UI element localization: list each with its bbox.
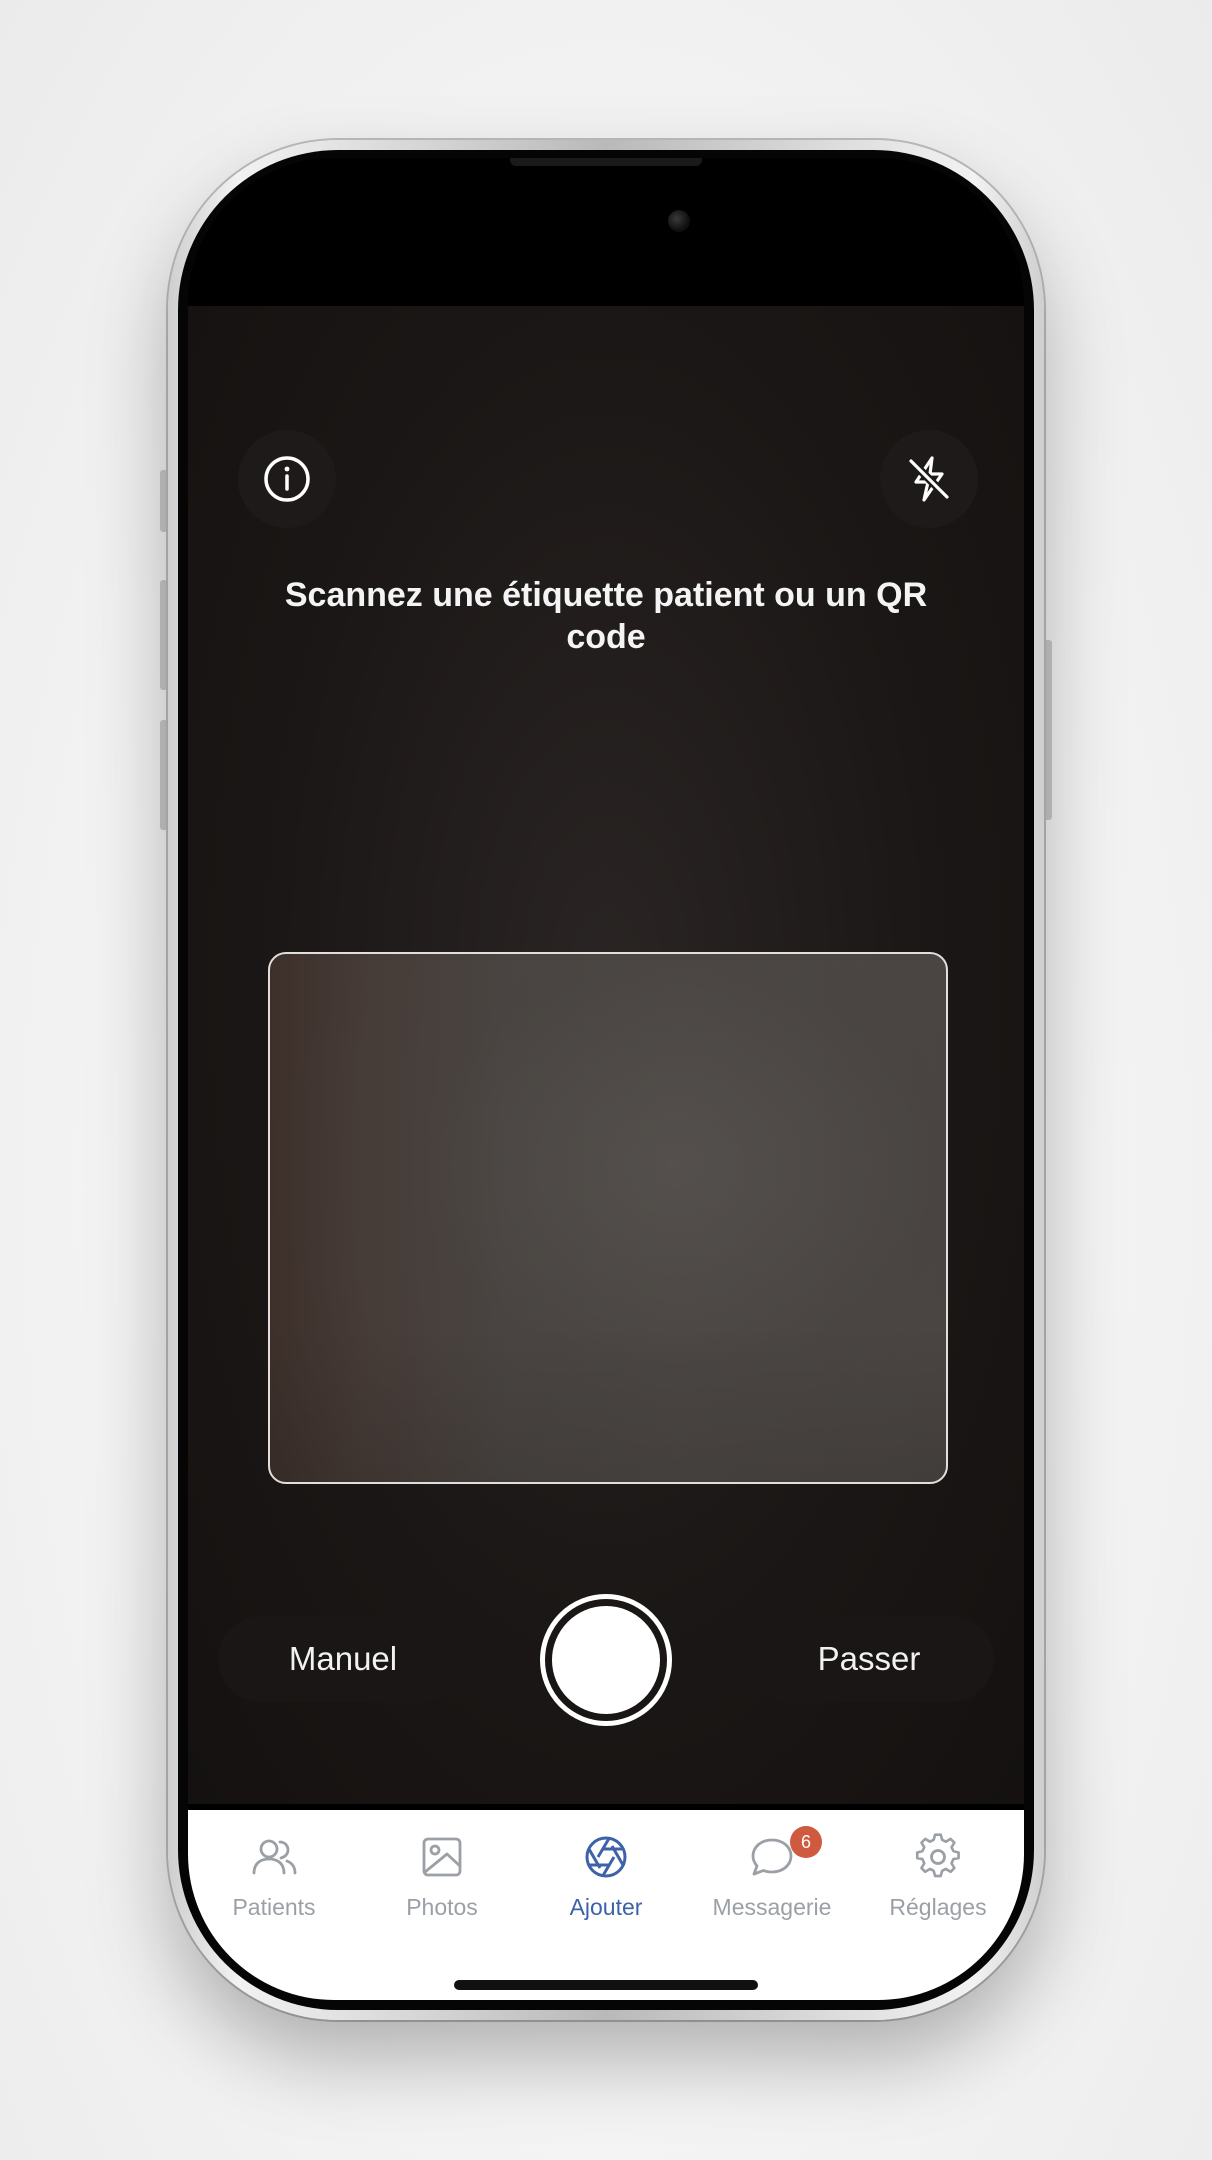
image-icon [422,1837,462,1877]
phone-screen: Scannez une étiquette patient ou un QR c… [188,158,1024,2000]
scan-instruction: Scannez une étiquette patient ou un QR c… [284,576,928,656]
info-button[interactable] [238,430,336,528]
front-camera [668,210,690,232]
flash-toggle-button[interactable] [880,430,978,528]
tab-label: Réglages [889,1894,987,1920]
bottom-tab-bar: Patients Photos Ajouter 6 Messagerie Rég… [188,1810,1024,2000]
tab-patients[interactable]: Patients [190,1832,358,1921]
tab-photos[interactable]: Photos [358,1832,526,1921]
tab-label: Photos [406,1894,478,1920]
tab-label: Messagerie [712,1894,832,1920]
shutter-button-inner [552,1606,660,1714]
phone-side-button [160,470,168,532]
users-icon [252,1839,297,1875]
scan-frame [268,952,948,1484]
aperture-icon [585,1836,627,1878]
gear-icon [915,1833,960,1878]
status-area [188,158,1024,306]
flash-off-icon [908,456,950,502]
speaker-grille [510,158,702,166]
manual-entry-button[interactable]: Manuel [218,1616,468,1702]
camera-view: Scannez une étiquette patient ou un QR c… [188,306,1024,1804]
unread-badge: 6 [790,1826,822,1858]
home-indicator[interactable] [454,1980,758,1990]
tab-label: Ajouter [569,1894,643,1920]
info-icon [264,456,310,502]
shutter-button[interactable] [540,1594,672,1726]
skip-button[interactable]: Passer [744,1616,994,1702]
tab-label: Patients [232,1894,316,1920]
tab-add[interactable]: Ajouter [522,1832,690,1921]
tab-settings[interactable]: Réglages [854,1832,1022,1921]
phone-power-button [1044,640,1052,820]
tab-messaging[interactable]: 6 Messagerie [688,1826,856,1921]
phone-volume-up-button [160,580,168,690]
phone-volume-down-button [160,720,168,830]
